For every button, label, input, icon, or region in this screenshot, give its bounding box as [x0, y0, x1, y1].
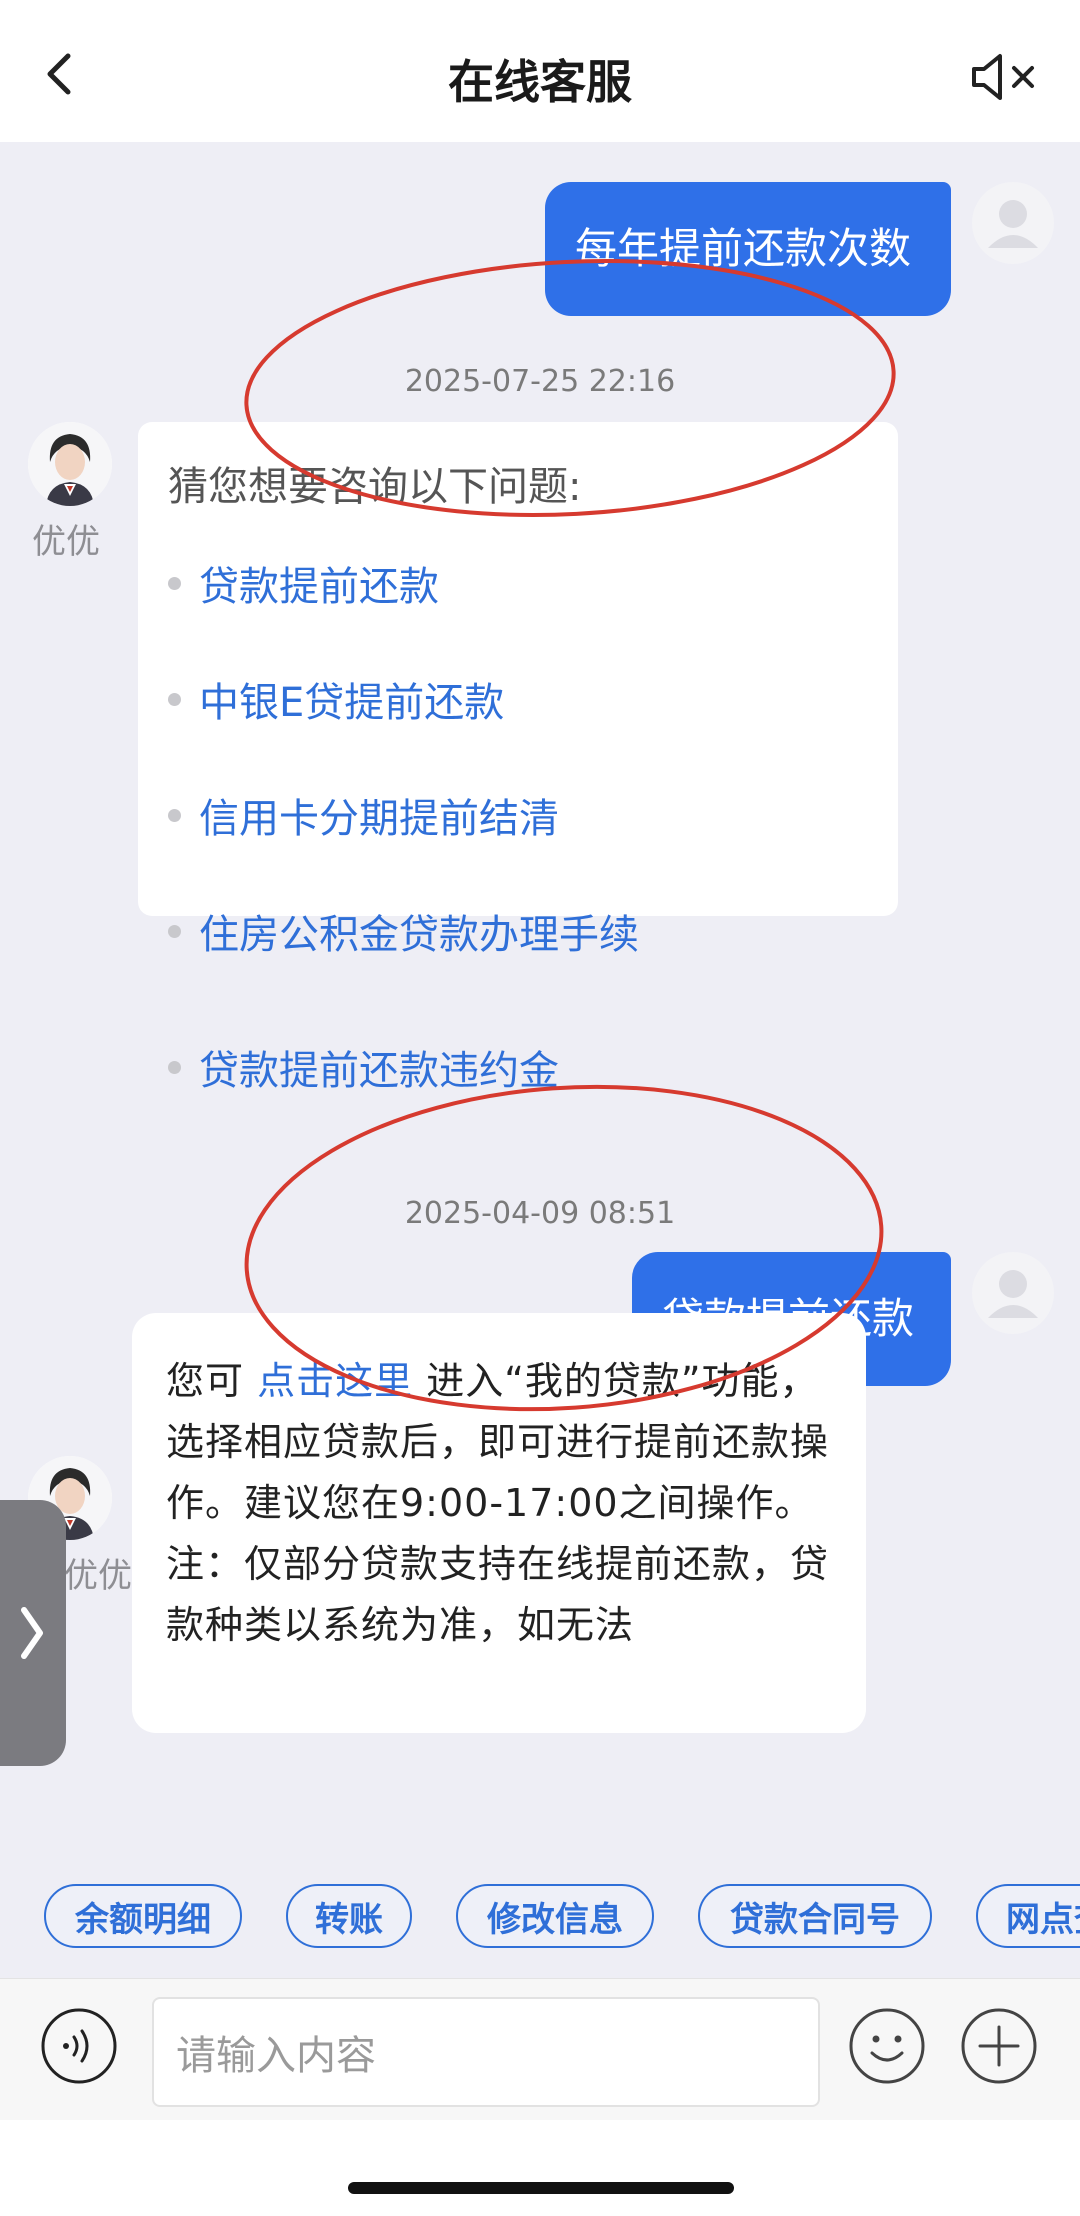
answer-prefix: 您可: [166, 1359, 258, 1403]
card-question: 猜您想要咨询以下问题:: [168, 464, 582, 510]
bottom-safe-area: [0, 2120, 1080, 2216]
user-silhouette-icon: [988, 200, 1038, 248]
user-avatar: [972, 182, 1054, 264]
bot-answer-bubble: 您可 点击这里 进入“我的贷款”功能，选择相应贷款后，即可进行提前还款操作。建议…: [132, 1313, 866, 1733]
suggestion-item[interactable]: 住房公积金贷款办理手续: [168, 902, 639, 960]
suggestion-item[interactable]: 中银E贷提前还款: [168, 670, 504, 728]
suggestion-item[interactable]: 贷款提前还款: [168, 554, 439, 612]
bot-name: 优优: [64, 1556, 132, 1596]
emoji-icon[interactable]: [848, 2007, 926, 2085]
quick-reply-chip[interactable]: 余额明细: [44, 1884, 242, 1948]
bullet-icon: [168, 924, 181, 938]
top-bar: 在线客服: [0, 0, 1080, 142]
side-drawer-tab[interactable]: [0, 1500, 66, 1766]
quick-reply-chip[interactable]: 转账: [286, 1884, 412, 1948]
agent-portrait-icon: [28, 422, 112, 506]
quick-reply-chip[interactable]: 贷款合同号: [698, 1884, 932, 1948]
answer-text: 您可 点击这里 进入“我的贷款”功能，选择相应贷款后，即可进行提前还款操作。建议…: [166, 1351, 846, 1656]
suggestion-label[interactable]: 贷款提前还款: [199, 554, 439, 612]
quick-reply-chip[interactable]: 修改信息: [456, 1884, 654, 1948]
suggestion-item[interactable]: 信用卡分期提前结清: [168, 786, 559, 844]
plus-icon[interactable]: [960, 2007, 1038, 2085]
bullet-icon: [168, 692, 181, 706]
answer-note: 注：仅部分贷款支持在线提前还款，贷款种类以系统为准，如无法: [166, 1542, 830, 1647]
page-title: 在线客服: [448, 55, 632, 109]
bullet-icon: [168, 576, 181, 590]
bot-avatar: [28, 422, 112, 506]
suggestion-item[interactable]: 贷款提前还款违约金: [168, 1038, 559, 1096]
bullet-icon: [168, 808, 181, 822]
suggestion-label[interactable]: 贷款提前还款违约金: [199, 1038, 559, 1096]
bullet-icon: [168, 1060, 181, 1074]
chevron-right-icon[interactable]: [0, 1500, 66, 1766]
message-timestamp: 2025-04-09 08:51: [404, 1196, 676, 1231]
suggestion-label[interactable]: 住房公积金贷款办理手续: [199, 902, 639, 960]
quick-reply-bar: 余额明细 转账 修改信息 贷款合同号 网点查询: [0, 1880, 1080, 1962]
user-silhouette-icon: [988, 1270, 1038, 1318]
suggestion-card: 猜您想要咨询以下问题: 贷款提前还款 中银E贷提前还款 信用卡分期提前结清 住房…: [138, 422, 898, 958]
click-here-link[interactable]: 点击这里: [257, 1359, 413, 1403]
speaker-muted-icon[interactable]: [970, 52, 1040, 102]
quick-reply-chip[interactable]: 网点查询: [976, 1884, 1080, 1948]
voice-input-icon[interactable]: [40, 2007, 118, 2085]
suggestion-label[interactable]: 信用卡分期提前结清: [199, 786, 559, 844]
user-avatar: [972, 1252, 1054, 1334]
message-input[interactable]: 请输入内容: [152, 1997, 820, 2107]
suggestion-label[interactable]: 中银E贷提前还款: [199, 670, 504, 728]
input-bar: 请输入内容: [0, 1978, 1080, 2120]
bot-name: 优优: [32, 522, 100, 562]
user-message-text: 每年提前还款次数: [575, 224, 912, 273]
home-indicator[interactable]: [348, 2182, 734, 2194]
message-timestamp: 2025-07-25 22:16: [404, 364, 676, 399]
user-message-bubble: 每年提前还款次数: [545, 182, 951, 316]
